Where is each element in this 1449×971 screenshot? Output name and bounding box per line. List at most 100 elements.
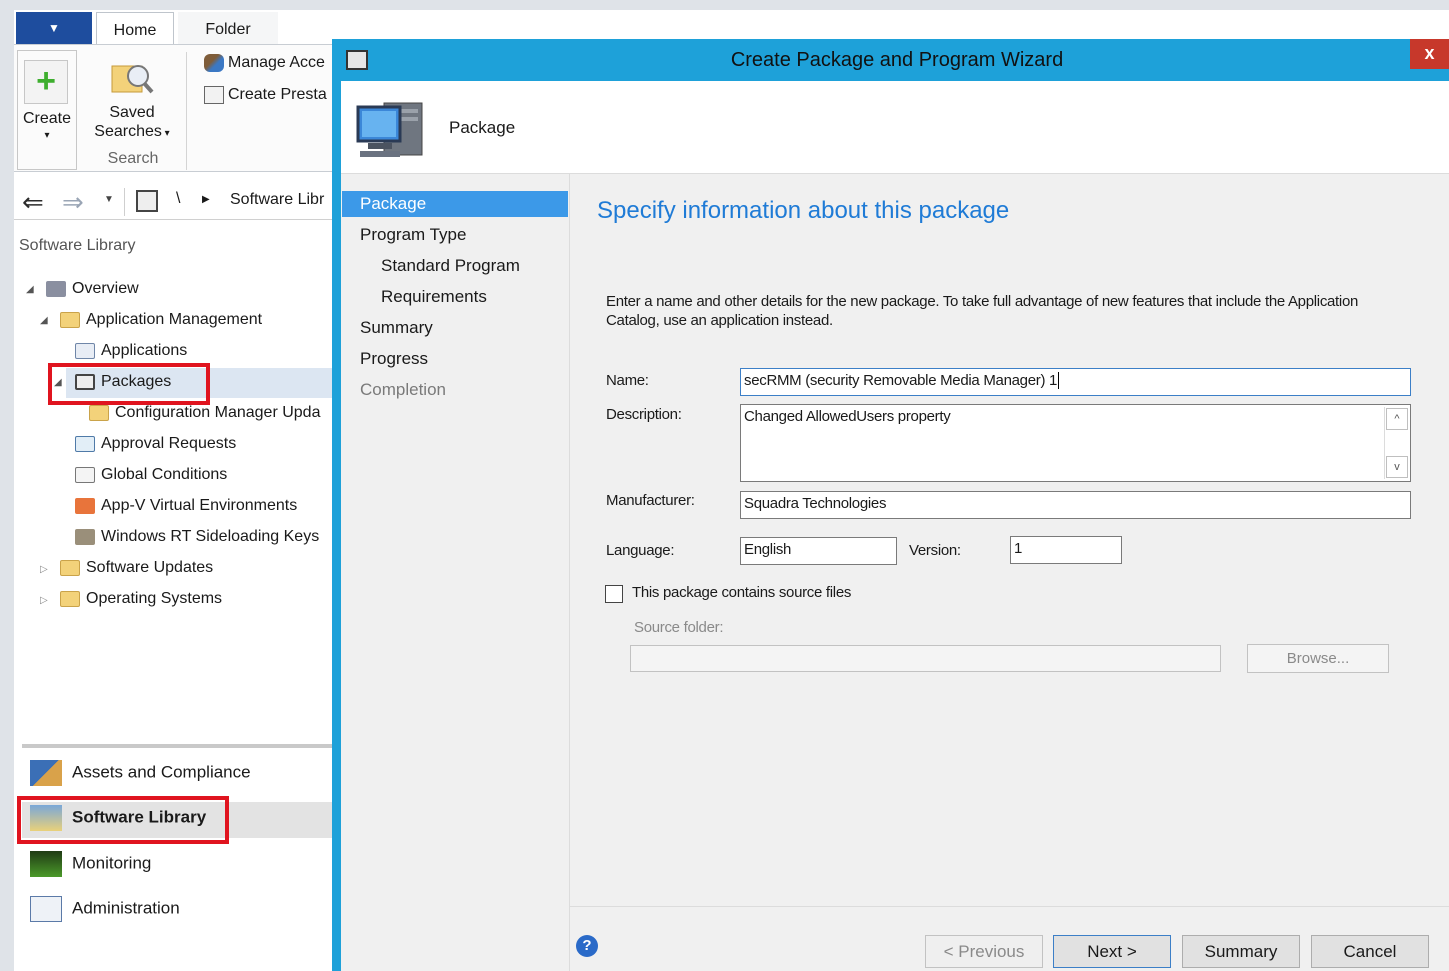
expand-triangle-icon[interactable]: ◢	[40, 315, 48, 326]
create-prestaged-label: Create Presta	[228, 86, 327, 104]
tree-item-label: Windows RT Sideloading Keys	[101, 528, 320, 545]
workspace-assets-and-compliance[interactable]: Assets and Compliance	[30, 760, 251, 786]
breadcrumb-item[interactable]: Software Libr	[230, 191, 330, 209]
version-field[interactable]: 1	[1010, 536, 1122, 564]
file-menu-tab[interactable]: ▼	[16, 12, 92, 44]
tree-item-label: Software Updates	[86, 559, 214, 576]
saved-searches-label-line1: Saved	[109, 104, 155, 121]
tree-item-label: Operating Systems	[86, 590, 223, 607]
text-cursor	[1058, 372, 1060, 389]
language-field[interactable]: English	[740, 537, 897, 565]
create-prestaged-button[interactable]: Create Presta	[204, 86, 332, 104]
language-field-value: English	[744, 541, 792, 558]
version-field-value: 1	[1014, 540, 1023, 557]
administration-icon	[30, 896, 62, 922]
folder-icon	[60, 559, 80, 576]
browse-button: Browse...	[1247, 644, 1389, 673]
wizard-system-menu-icon[interactable]	[346, 50, 368, 70]
step-requirements[interactable]: Requirements	[342, 284, 568, 310]
tree-item-label: Configuration Manager Upda	[115, 404, 321, 421]
back-arrow-icon[interactable]: ⇐	[22, 188, 44, 216]
step-package[interactable]: Package	[342, 191, 568, 217]
next-button[interactable]: Next >	[1053, 935, 1171, 968]
wizard-header-label: Package	[449, 118, 516, 137]
tab-home[interactable]: Home	[96, 12, 174, 44]
tree-item-configuration-manager-updates[interactable]: Configuration Manager Upda	[89, 404, 332, 422]
breadcrumb-arrow-icon[interactable]: ▶	[202, 194, 210, 205]
collapse-triangle-icon[interactable]: ▷	[40, 595, 48, 606]
version-label: Version:	[909, 542, 961, 559]
folder-icon	[60, 311, 80, 328]
step-completion: Completion	[360, 380, 446, 399]
create-dropdown-icon[interactable]: ▾	[17, 130, 77, 141]
step-progress[interactable]: Progress	[342, 346, 568, 372]
collapse-triangle-icon[interactable]: ▷	[40, 564, 48, 575]
nav-separator	[124, 188, 125, 216]
source-files-checkbox-label[interactable]: This package contains source files	[632, 584, 851, 601]
close-icon[interactable]: x	[1410, 39, 1449, 69]
applications-icon	[75, 342, 95, 359]
name-field-value: secRMM (security Removable Media Manager…	[744, 372, 1058, 389]
ribbon-separator	[186, 52, 187, 170]
package-icon	[136, 190, 158, 212]
name-label: Name:	[606, 372, 649, 389]
chevron-down-icon: ▾	[161, 128, 170, 139]
cancel-button[interactable]: Cancel	[1311, 935, 1429, 968]
expand-triangle-icon[interactable]: ◢	[26, 284, 34, 295]
page-description: Enter a name and other details for the n…	[606, 293, 1359, 329]
step-program-type[interactable]: Program Type	[342, 222, 568, 248]
manufacturer-field-value: Squadra Technologies	[744, 495, 887, 512]
step-summary[interactable]: Summary	[342, 315, 568, 341]
previous-button: < Previous	[925, 935, 1043, 968]
workspace-monitoring[interactable]: Monitoring	[30, 851, 151, 877]
tree-item-windows-rt-sideloading-keys[interactable]: Windows RT Sideloading Keys	[75, 528, 332, 546]
workspace-splitter[interactable]	[22, 744, 332, 748]
tree-item-overview[interactable]: Overview	[46, 280, 366, 298]
forward-arrow-icon[interactable]: ⇒	[62, 188, 84, 216]
name-field[interactable]: secRMM (security Removable Media Manager…	[740, 368, 1411, 396]
language-label: Language:	[606, 542, 675, 559]
tree-item-label: App-V Virtual Environments	[101, 497, 298, 514]
saved-searches-button[interactable]: Saved Searches ▾	[86, 103, 178, 143]
description-field[interactable]: Changed AllowedUsers property	[740, 404, 1411, 482]
package-computer-icon	[356, 102, 423, 157]
folder-icon	[89, 404, 109, 421]
workspace-label: Assets and Compliance	[72, 762, 251, 782]
source-folder-field	[630, 645, 1221, 672]
manage-access-button[interactable]: Manage Acce	[204, 54, 332, 72]
create-prestaged-icon	[204, 86, 224, 104]
tree-item-label: Overview	[72, 280, 139, 297]
tree-item-label: Global Conditions	[101, 466, 228, 483]
create-label[interactable]: Create	[17, 110, 77, 128]
scroll-down-icon[interactable]: v	[1386, 456, 1408, 478]
page-title: Specify information about this package	[597, 197, 1010, 224]
create-plus-icon[interactable]: +	[24, 60, 68, 104]
appv-icon	[75, 497, 95, 514]
wizard-divider	[569, 174, 570, 971]
help-icon[interactable]: ?	[576, 935, 598, 957]
summary-button[interactable]: Summary	[1182, 935, 1300, 968]
overview-icon	[46, 280, 66, 297]
scroll-up-icon[interactable]: ^	[1386, 408, 1408, 430]
saved-searches-icon[interactable]	[110, 56, 154, 100]
history-dropdown-icon[interactable]: ▼	[104, 194, 114, 205]
search-group-label: Search	[107, 150, 159, 167]
manufacturer-field[interactable]: Squadra Technologies	[740, 491, 1411, 519]
saved-searches-label-line2: Searches	[94, 123, 162, 140]
source-files-checkbox[interactable]	[605, 585, 623, 603]
packages-highlight-box	[48, 363, 210, 405]
breadcrumb-root[interactable]: \	[176, 190, 180, 208]
manage-access-icon	[204, 54, 224, 72]
folder-icon	[60, 590, 80, 607]
step-standard-program[interactable]: Standard Program	[342, 253, 568, 279]
footer-divider	[569, 906, 1449, 907]
global-conditions-icon	[75, 466, 95, 483]
tree-item-label: Application Management	[86, 311, 263, 328]
tab-folder[interactable]: Folder	[178, 12, 278, 44]
window-left-frame	[0, 0, 14, 971]
software-library-highlight-box	[17, 796, 229, 844]
description-label: Description:	[606, 406, 682, 423]
workspace-administration[interactable]: Administration	[30, 896, 180, 922]
monitoring-icon	[30, 851, 62, 877]
description-field-value: Changed AllowedUsers property	[744, 408, 951, 425]
